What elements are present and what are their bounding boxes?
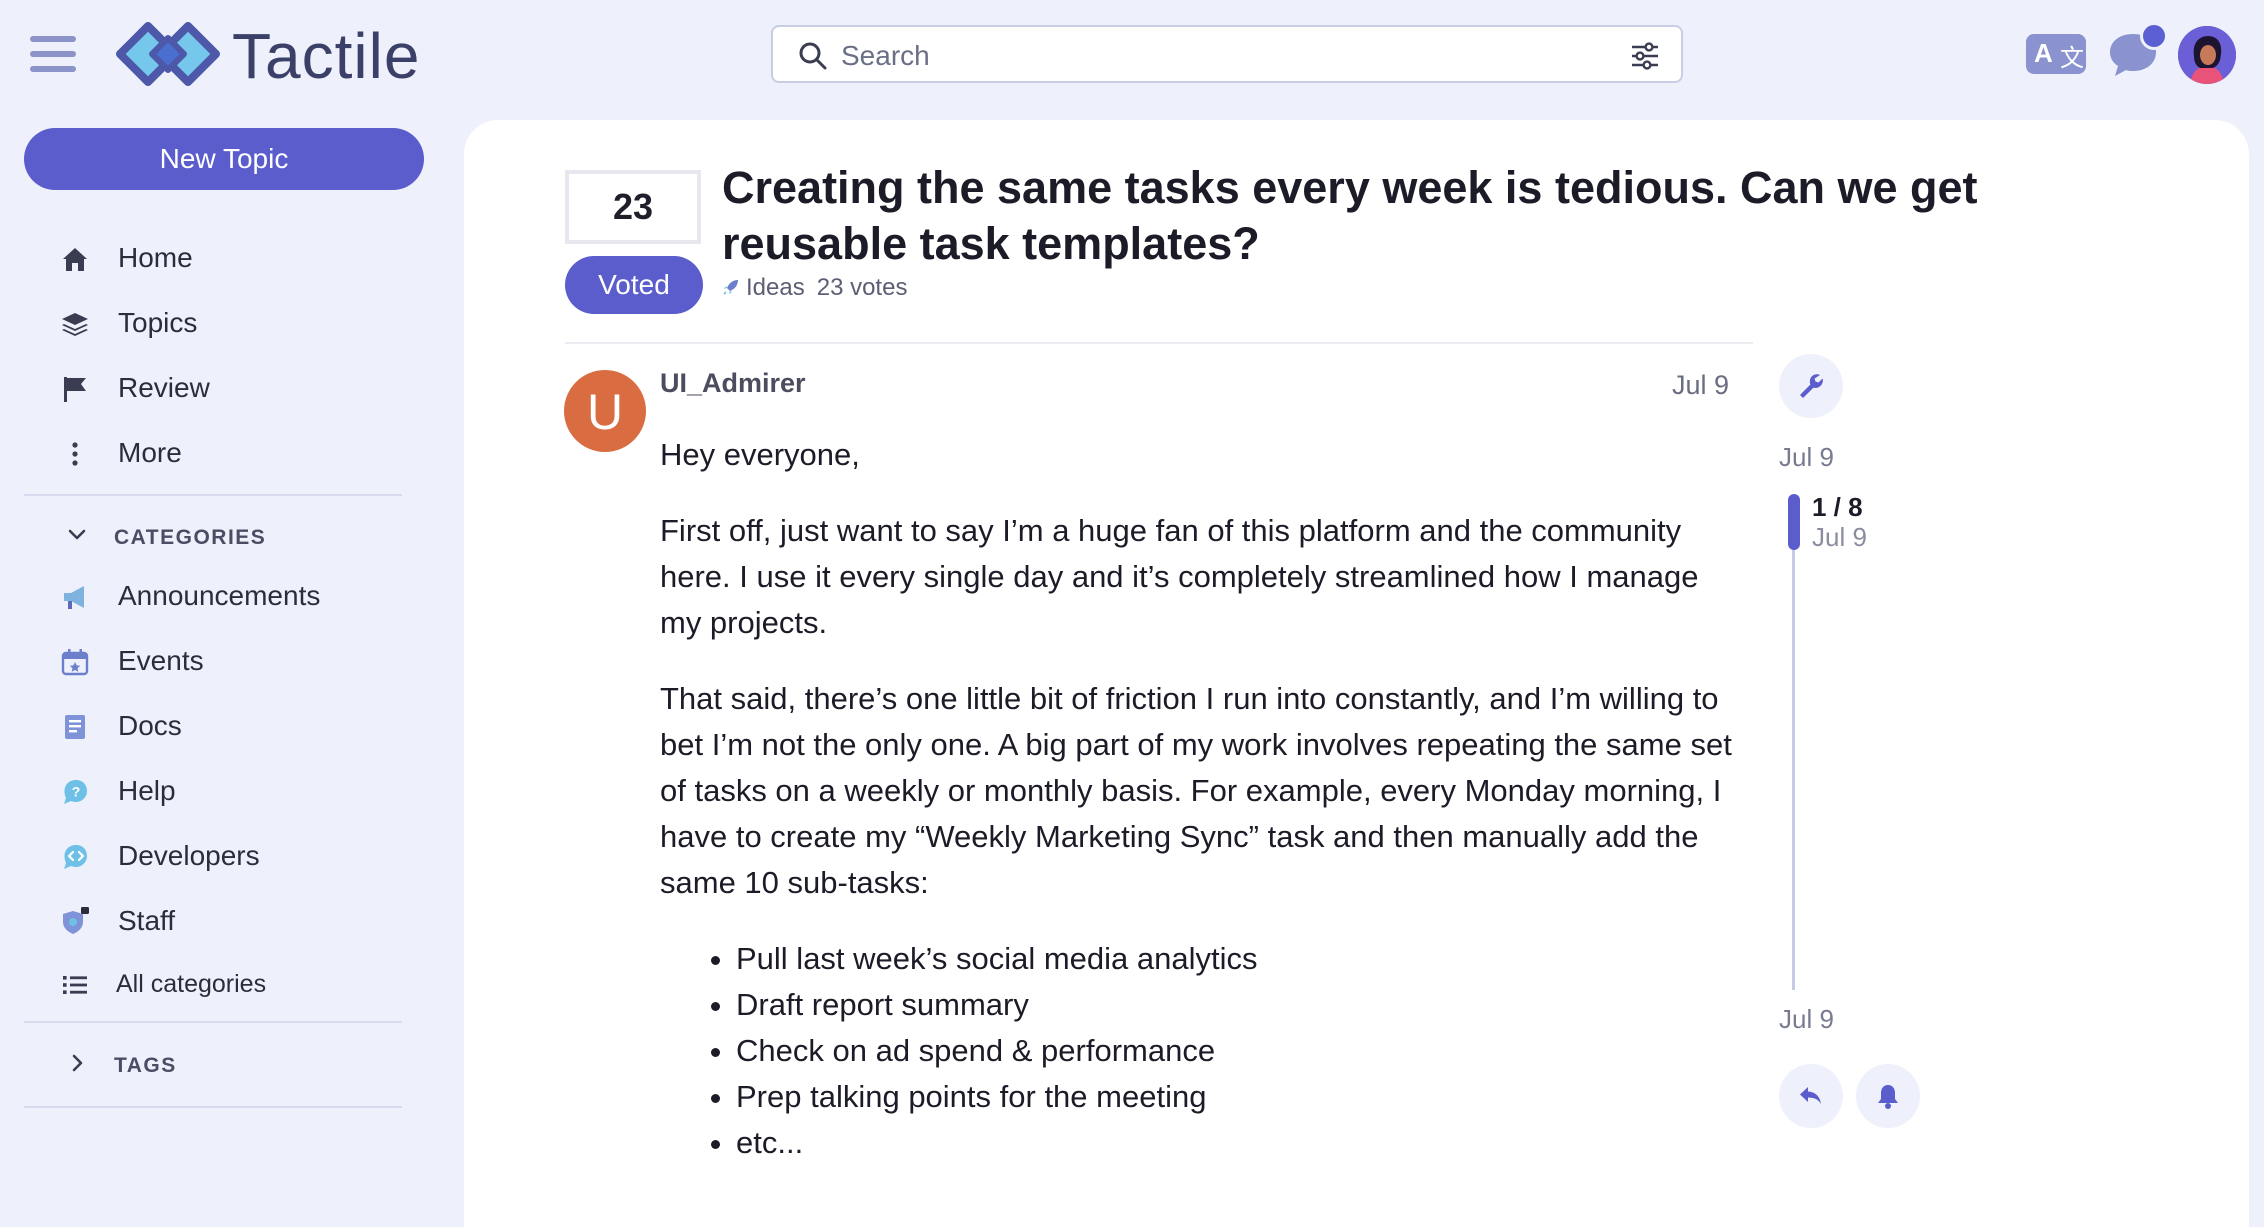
post-paragraph: Hey everyone, (660, 437, 860, 472)
help-bubble-icon: ? (64, 780, 87, 804)
sidebar-item-help[interactable]: ? Help (54, 765, 414, 817)
tags-section-toggle[interactable]: TAGS (60, 1046, 400, 1086)
sidebar-item-events[interactable]: Events (54, 635, 414, 687)
sidebar-item-staff[interactable]: Staff (54, 895, 414, 947)
post-author-username[interactable]: UI_Admirer (660, 368, 806, 399)
sidebar-item-label: Review (118, 372, 210, 403)
translate-icon-left-glyph: A (2034, 38, 2053, 68)
sidebar-item-label: Help (118, 775, 176, 806)
sidebar-item-all-categories[interactable]: All categories (54, 958, 414, 1010)
post-paragraph: First off, just want to say I’m a huge f… (660, 513, 1699, 640)
shield-lock-icon (63, 907, 89, 934)
user-avatar[interactable] (2178, 26, 2236, 84)
hamburger-menu-icon[interactable] (30, 34, 76, 74)
book-icon (65, 715, 85, 739)
svg-text:?: ? (72, 784, 81, 800)
category-link[interactable]: Ideas (746, 274, 805, 301)
search-input[interactable] (839, 35, 1583, 77)
post-date[interactable]: Jul 9 (1672, 370, 1729, 401)
sidebar-item-label: Home (118, 242, 193, 273)
tactile-logo[interactable] (112, 14, 224, 94)
tags-heading: TAGS (114, 1054, 177, 1077)
bell-icon (1878, 1085, 1898, 1109)
translate-icon[interactable]: A 文 (2026, 34, 2086, 74)
sidebar-item-developers[interactable]: Developers (54, 830, 414, 882)
top-header: Tactile A 文 (0, 0, 2264, 112)
timeline-end-date[interactable]: Jul 9 (1779, 1004, 1834, 1035)
voted-button[interactable]: Voted (565, 256, 703, 314)
rocket-icon (723, 280, 738, 295)
post-bullet-list: Pull last week’s social media analytics … (660, 936, 1740, 1166)
categories-heading: CATEGORIES (114, 526, 267, 549)
reply-icon (1800, 1087, 1821, 1104)
timeline-start-date[interactable]: Jul 9 (1779, 442, 1834, 473)
sidebar-item-topics[interactable]: Topics (54, 297, 414, 349)
sidebar-divider (24, 494, 402, 496)
wrench-icon (1800, 374, 1823, 398)
sidebar-divider (24, 1021, 402, 1023)
admin-wrench-button[interactable] (1779, 354, 1843, 418)
timeline-position: 1 / 8 (1812, 492, 1863, 522)
votes-count-text: 23 votes (816, 274, 908, 301)
sidebar-item-label: Docs (118, 710, 182, 741)
list-item: Draft report summary (736, 982, 1740, 1028)
list-icon (63, 976, 87, 994)
list-item: Check on ad spend & performance (736, 1028, 1740, 1074)
categories-section-toggle[interactable]: CATEGORIES (60, 518, 400, 558)
sidebar-divider (24, 1106, 402, 1108)
sidebar-item-more[interactable]: More (54, 427, 414, 479)
brand-name[interactable]: Tactile (232, 18, 420, 94)
chevron-down-icon (68, 529, 86, 540)
sidebar-item-docs[interactable]: Docs (54, 700, 414, 752)
layers-icon (62, 313, 88, 336)
sidebar-item-label: Topics (118, 307, 198, 338)
sidebar-item-label: Events (118, 645, 204, 676)
translate-icon-right-glyph: 文 (2060, 45, 2084, 72)
sidebar-item-announcements[interactable]: Announcements (54, 570, 414, 622)
vote-count: 23 (565, 170, 701, 244)
post-author-avatar[interactable]: U (564, 370, 646, 452)
user-avatar-illustration (2178, 26, 2236, 84)
sidebar-item-label: Staff (118, 905, 176, 936)
code-bubble-icon (64, 845, 87, 869)
post-body: Hey everyone, First off, just want to sa… (660, 432, 1740, 1166)
notification-dot (2140, 22, 2168, 50)
home-icon (63, 248, 87, 271)
sidebar-item-label: Developers (118, 840, 260, 871)
search-filter-icon[interactable] (1629, 40, 1661, 72)
new-topic-button[interactable]: New Topic (24, 128, 424, 190)
reply-button[interactable] (1779, 1064, 1843, 1128)
list-item: Pull last week’s social media analytics (736, 936, 1740, 982)
megaphone-icon (64, 586, 84, 609)
timeline-track[interactable] (1792, 496, 1795, 990)
sidebar-item-label: All categories (116, 970, 267, 998)
sidebar-item-label: Announcements (118, 580, 321, 611)
chevron-right-icon (72, 1054, 83, 1072)
topic-separator (565, 342, 1753, 344)
list-item: etc... (736, 1120, 1740, 1166)
timeline-scroll-handle[interactable] (1788, 494, 1800, 550)
more-vertical-icon (72, 442, 78, 466)
sidebar-item-home[interactable]: Home (54, 232, 414, 284)
flag-icon (64, 377, 86, 402)
sidebar-item-review[interactable]: Review (54, 362, 414, 414)
notifications-button[interactable] (1856, 1064, 1920, 1128)
sidebar-item-label: More (118, 437, 182, 468)
post-paragraph: That said, there’s one little bit of fri… (660, 681, 1732, 900)
search-bar[interactable] (771, 25, 1683, 83)
list-item: Prep talking points for the meeting (736, 1074, 1740, 1120)
search-icon (799, 42, 827, 70)
topic-meta: Ideas 23 votes (722, 274, 907, 306)
topic-title: Creating the same tasks every week is te… (722, 162, 1978, 269)
timeline-position-date: Jul 9 (1812, 522, 1867, 552)
calendar-icon (61, 649, 89, 676)
